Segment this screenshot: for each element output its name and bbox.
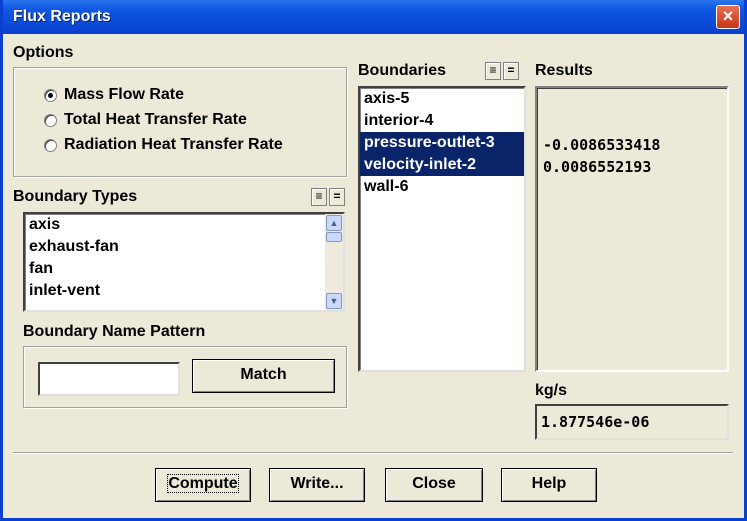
write-button[interactable]: Write... [269, 468, 365, 502]
help-button[interactable]: Help [501, 468, 597, 502]
list-item-selected[interactable]: velocity-inlet-2 [360, 154, 524, 176]
radio-selected-icon[interactable] [44, 89, 57, 102]
boundaries-list[interactable]: axis-5 interior-4 pressure-outlet-3 velo… [358, 86, 526, 372]
boundaries-label: Boundaries [358, 62, 447, 79]
window-title: Flux Reports [13, 8, 111, 25]
separator [13, 452, 733, 454]
scrollbar[interactable]: ▲ ▼ [325, 214, 343, 310]
list-item[interactable]: axis [25, 214, 343, 236]
title-bar[interactable]: Flux Reports × [3, 0, 744, 34]
scroll-down-icon[interactable]: ▼ [326, 293, 342, 309]
list-item[interactable]: wall-6 [360, 176, 524, 198]
flux-reports-dialog: Flux Reports × Options Mass Flow Rate To… [0, 0, 747, 521]
net-result-field: 1.877546e-06 [535, 404, 729, 440]
list-item-selected[interactable]: pressure-outlet-3 [360, 132, 524, 154]
radio-icon[interactable] [44, 139, 57, 152]
options-group: Mass Flow Rate Total Heat Transfer Rate … [13, 67, 347, 177]
deselect-all-icon[interactable]: = [329, 188, 345, 206]
scroll-thumb[interactable] [326, 232, 342, 242]
match-button[interactable]: Match [192, 359, 335, 393]
list-item[interactable]: exhaust-fan [25, 236, 343, 258]
select-all-icon[interactable]: ≡ [485, 62, 501, 80]
close-button[interactable]: Close [385, 468, 483, 502]
results-box: -0.0086533418 0.0086552193 [535, 86, 729, 372]
result-value: -0.0086533418 [543, 136, 661, 154]
compute-label: Compute [167, 474, 239, 493]
list-item[interactable]: fan [25, 258, 343, 280]
radio-label: Total Heat Transfer Rate [64, 111, 247, 128]
pattern-label: Boundary Name Pattern [23, 323, 206, 340]
close-icon[interactable]: × [716, 5, 740, 29]
scroll-up-icon[interactable]: ▲ [326, 215, 342, 231]
list-item[interactable]: axis-5 [360, 88, 524, 110]
list-item[interactable]: inlet-vent [25, 280, 343, 302]
unit-label: kg/s [535, 382, 568, 399]
options-label: Options [13, 44, 74, 61]
pattern-input[interactable] [38, 362, 180, 396]
boundary-types-label: Boundary Types [13, 188, 138, 205]
boundary-types-list[interactable]: axis exhaust-fan fan inlet-vent ▲ ▼ [23, 212, 345, 312]
deselect-all-icon[interactable]: = [503, 62, 519, 80]
radio-label: Mass Flow Rate [64, 86, 185, 103]
result-value: 0.0086552193 [543, 158, 652, 176]
pattern-group: Match [23, 346, 347, 408]
compute-button[interactable]: Compute [155, 468, 251, 502]
list-item[interactable]: interior-4 [360, 110, 524, 132]
radio-icon[interactable] [44, 114, 57, 127]
radio-label: Radiation Heat Transfer Rate [64, 136, 283, 153]
select-all-icon[interactable]: ≡ [311, 188, 327, 206]
results-label: Results [535, 62, 593, 79]
